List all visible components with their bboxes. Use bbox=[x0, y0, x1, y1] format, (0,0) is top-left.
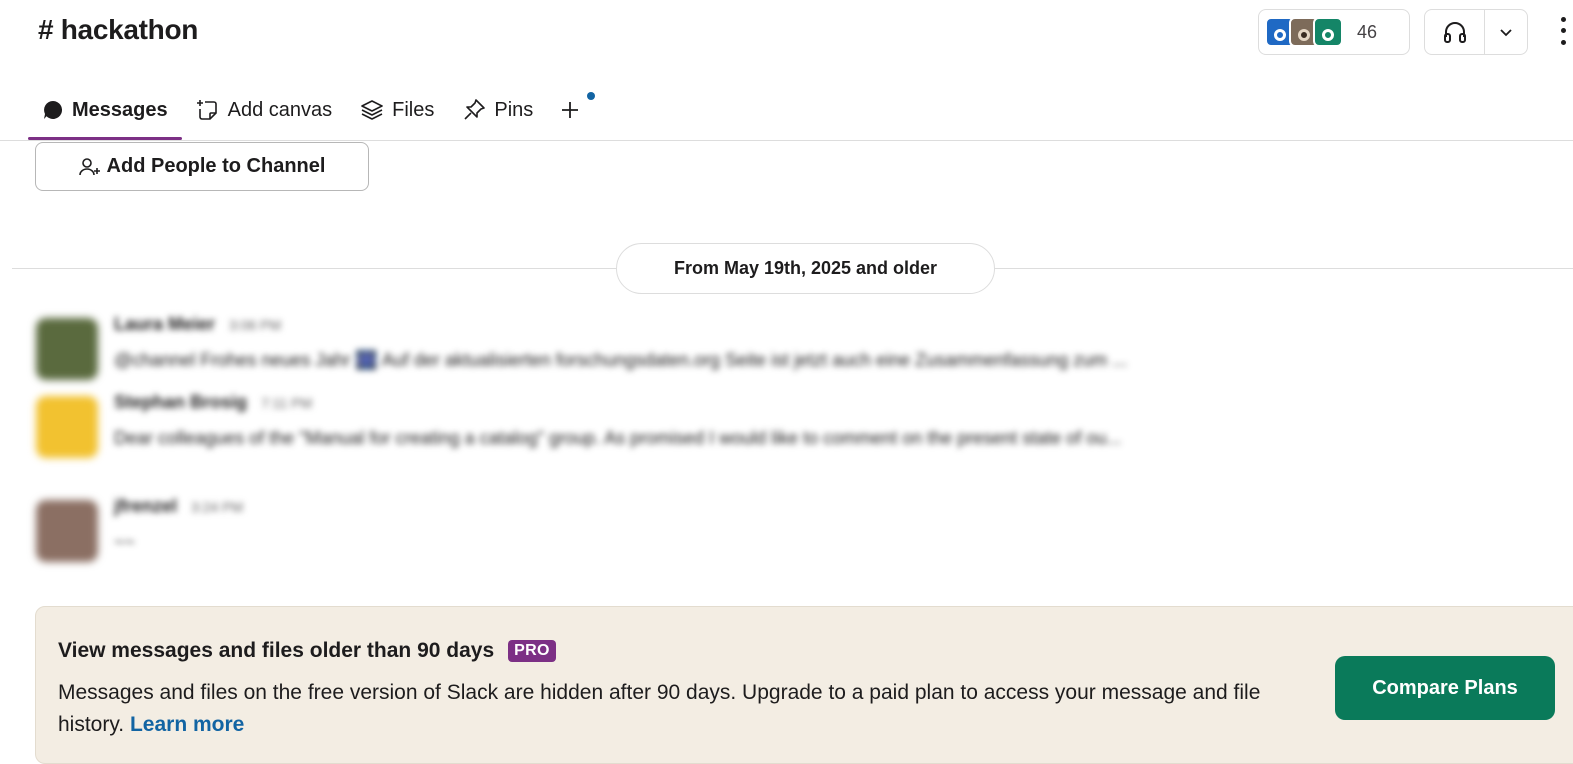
message-text: @channel Frohes neues Jahr 🎆 Auf der akt… bbox=[114, 350, 1128, 370]
tab-messages[interactable]: Messages bbox=[28, 82, 182, 140]
avatar bbox=[1313, 17, 1343, 47]
message-item[interactable]: Stephan Brosig 7:11 PM Dear colleagues o… bbox=[36, 390, 1566, 460]
canvas-add-icon bbox=[196, 100, 217, 120]
message-item[interactable]: jfrenzel 3:24 PM ~~ bbox=[36, 494, 1566, 564]
members-button[interactable]: 46 bbox=[1258, 9, 1410, 55]
add-people-label: Add People to Channel bbox=[106, 155, 326, 177]
message-author[interactable]: Stephan Brosig bbox=[114, 392, 247, 413]
member-count: 46 bbox=[1357, 21, 1378, 42]
message-timestamp[interactable]: 3:06 PM bbox=[229, 317, 281, 333]
message-timestamp[interactable]: 3:24 PM bbox=[191, 499, 243, 515]
pro-badge: PRO bbox=[508, 640, 556, 662]
add-person-icon bbox=[78, 157, 100, 175]
huddle-control bbox=[1424, 9, 1528, 55]
avatar[interactable] bbox=[36, 500, 98, 562]
notification-dot bbox=[587, 92, 596, 100]
tab-add-canvas[interactable]: Add canvas bbox=[182, 82, 347, 138]
message-timestamp[interactable]: 7:11 PM bbox=[261, 395, 312, 411]
channel-header: # hackathon 46 bbox=[0, 0, 1573, 66]
date-divider[interactable]: From May 19th, 2025 and older bbox=[616, 243, 995, 294]
upgrade-banner: View messages and files older than 90 da… bbox=[35, 606, 1573, 764]
message-author[interactable]: jfrenzel bbox=[114, 496, 177, 517]
tabs-divider bbox=[0, 140, 1573, 141]
message-content: Stephan Brosig 7:11 PM Dear colleagues o… bbox=[114, 392, 1564, 449]
tab-label: Files bbox=[392, 98, 435, 121]
avatar[interactable] bbox=[36, 318, 98, 380]
banner-description: Messages and files on the free version o… bbox=[58, 677, 1298, 741]
banner-title-text: View messages and files older than 90 da… bbox=[58, 639, 495, 662]
message-bubble-icon bbox=[44, 100, 63, 119]
add-tab-button[interactable] bbox=[547, 82, 601, 138]
chevron-down-icon bbox=[1500, 29, 1512, 37]
kebab-icon bbox=[1560, 17, 1566, 23]
tab-files[interactable]: Files bbox=[346, 82, 448, 138]
plus-icon bbox=[562, 102, 579, 118]
banner-title: View messages and files older than 90 da… bbox=[58, 639, 556, 663]
avatar[interactable] bbox=[36, 396, 98, 458]
message-text: Dear colleagues of the "Manual for creat… bbox=[114, 428, 1122, 448]
channel-title[interactable]: # hackathon bbox=[38, 14, 198, 46]
message-content: jfrenzel 3:24 PM ~~ bbox=[114, 496, 1564, 553]
tab-label: Pins bbox=[494, 98, 534, 121]
compare-plans-button[interactable]: Compare Plans bbox=[1335, 656, 1555, 720]
add-people-button[interactable]: Add People to Channel bbox=[35, 142, 369, 191]
tab-pins[interactable]: Pins bbox=[448, 82, 547, 138]
huddle-options-button[interactable] bbox=[1485, 10, 1527, 54]
tab-label: Add canvas bbox=[227, 98, 333, 121]
channel-tabs: Messages Add canvas Files Pins bbox=[28, 82, 601, 140]
message-item[interactable]: Laura Meier 3:06 PM @channel Frohes neue… bbox=[36, 312, 1566, 382]
tab-label: Messages bbox=[72, 98, 168, 121]
message-text: ~~ bbox=[114, 532, 136, 552]
message-author[interactable]: Laura Meier bbox=[114, 314, 215, 335]
member-avatars bbox=[1265, 17, 1343, 47]
pin-icon bbox=[464, 99, 486, 120]
date-divider-label: From May 19th, 2025 and older bbox=[673, 258, 938, 278]
message-content: Laura Meier 3:06 PM @channel Frohes neue… bbox=[114, 314, 1564, 371]
more-options-button[interactable] bbox=[1553, 14, 1573, 48]
headphones-icon bbox=[1443, 22, 1466, 43]
learn-more-link[interactable]: Learn more bbox=[130, 713, 244, 736]
huddle-button[interactable] bbox=[1425, 10, 1485, 54]
layers-icon bbox=[361, 100, 383, 120]
